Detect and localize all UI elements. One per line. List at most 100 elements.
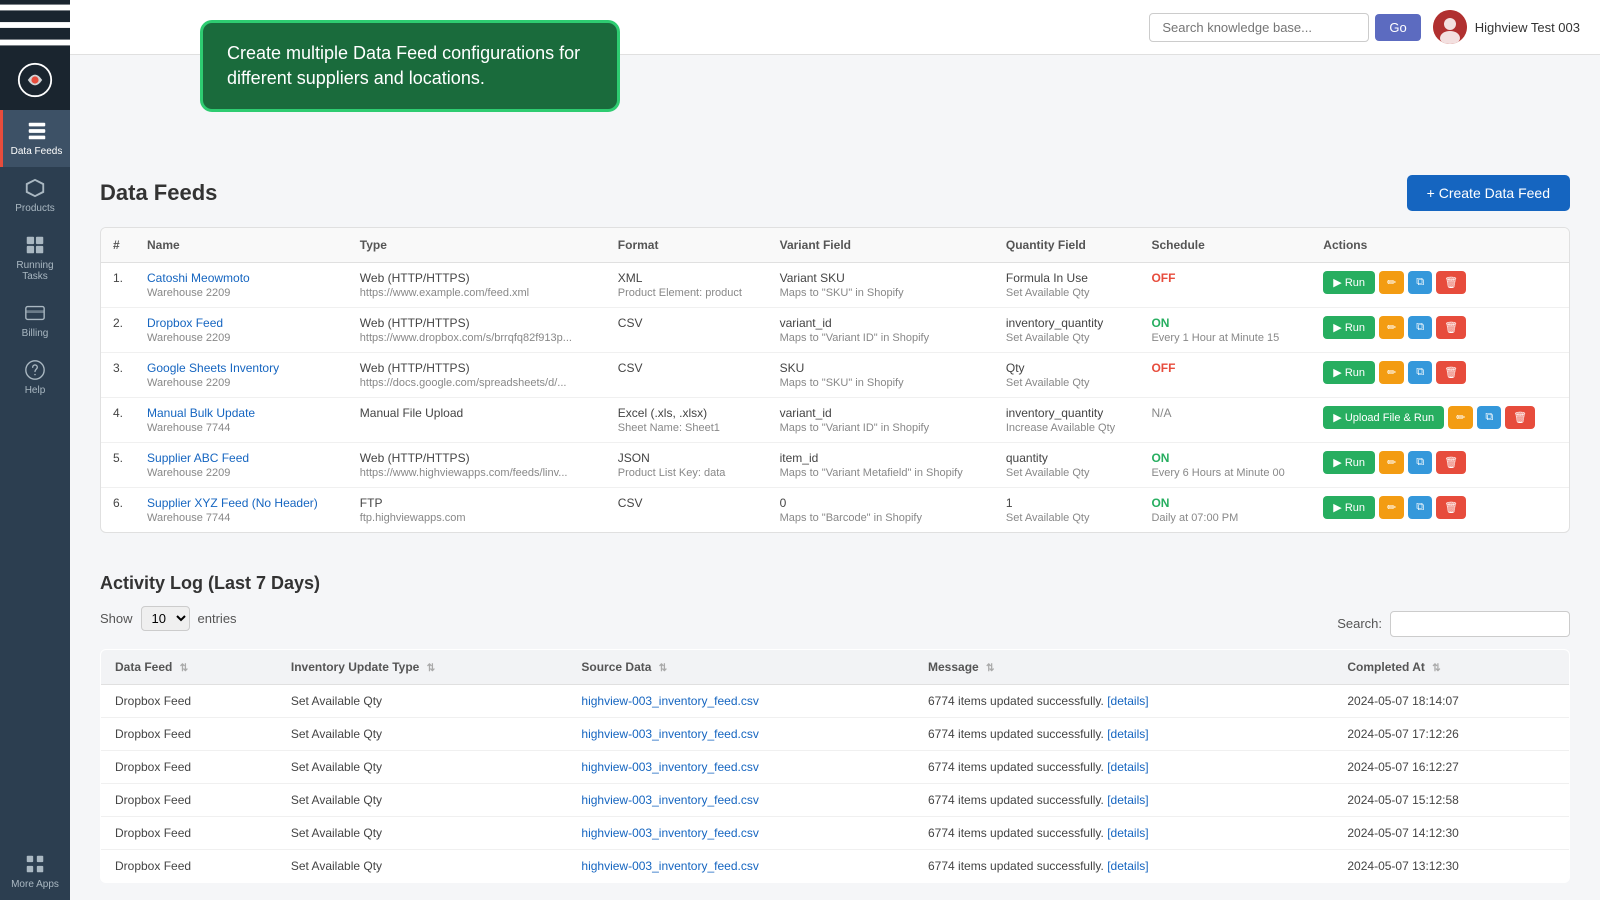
- feed-name-link[interactable]: Google Sheets Inventory: [147, 361, 279, 375]
- details-link[interactable]: [details]: [1107, 793, 1148, 807]
- col-num: #: [101, 228, 135, 263]
- app-logo[interactable]: [0, 50, 70, 110]
- act-message: 6774 items updated successfully. [detail…: [914, 751, 1333, 784]
- source-link[interactable]: highview-003_inventory_feed.csv: [581, 760, 758, 774]
- main-content: Go Highview Test 003 Create multiple Dat…: [70, 0, 1600, 900]
- run-button[interactable]: ▶ Run: [1323, 361, 1375, 384]
- search-label: Search:: [1337, 616, 1382, 631]
- knowledge-base-search: Go: [1149, 13, 1420, 42]
- act-message: 6774 items updated successfully. [detail…: [914, 685, 1333, 718]
- row-num: 2.: [101, 308, 135, 353]
- delete-button[interactable]: 🗑: [1436, 496, 1466, 519]
- table-row: Dropbox Feed Set Available Qty highview-…: [101, 751, 1570, 784]
- schedule-cell: ONEvery 1 Hour at Minute 15: [1139, 308, 1311, 353]
- act-feed: Dropbox Feed: [101, 817, 277, 850]
- activity-search-input[interactable]: [1390, 611, 1570, 637]
- copy-button[interactable]: ⧉: [1408, 496, 1432, 519]
- details-link[interactable]: [details]: [1107, 859, 1148, 873]
- sidebar-item-products[interactable]: Products: [0, 167, 70, 224]
- run-button[interactable]: ▶ Run: [1323, 271, 1375, 294]
- hamburger-button[interactable]: [0, 0, 70, 50]
- user-profile[interactable]: Highview Test 003: [1433, 10, 1580, 44]
- actions-cell: ▶ Run✏⧉🗑: [1311, 488, 1569, 533]
- qty-field-cell: 1 Set Available Qty: [994, 488, 1140, 533]
- copy-button[interactable]: ⧉: [1408, 316, 1432, 339]
- sidebar-item-label: Data Feeds: [11, 146, 63, 157]
- status-badge: OFF: [1151, 271, 1175, 285]
- source-link[interactable]: highview-003_inventory_feed.csv: [581, 793, 758, 807]
- copy-button[interactable]: ⧉: [1408, 451, 1432, 474]
- type-url: https://docs.google.com/spreadsheets/d/.…: [360, 377, 594, 389]
- feed-name-cell: Catoshi Meowmoto Warehouse 2209: [135, 263, 348, 308]
- details-link[interactable]: [details]: [1107, 760, 1148, 774]
- search-go-button[interactable]: Go: [1375, 14, 1420, 41]
- sidebar-item-billing[interactable]: Billing: [0, 292, 70, 349]
- act-col-source: Source Data ⇅: [567, 650, 914, 685]
- feed-name-link[interactable]: Supplier XYZ Feed (No Header): [147, 496, 318, 510]
- sidebar-item-help[interactable]: Help: [0, 349, 70, 406]
- act-completed: 2024-05-07 16:12:27: [1333, 751, 1569, 784]
- qty-sub: Set Available Qty: [1006, 377, 1128, 389]
- act-update-type: Set Available Qty: [277, 817, 568, 850]
- row-num: 6.: [101, 488, 135, 533]
- table-row: 6. Supplier XYZ Feed (No Header) Warehou…: [101, 488, 1569, 533]
- delete-button[interactable]: 🗑: [1436, 316, 1466, 339]
- edit-button[interactable]: ✏: [1379, 316, 1404, 339]
- source-link[interactable]: highview-003_inventory_feed.csv: [581, 826, 758, 840]
- act-col-feed: Data Feed ⇅: [101, 650, 277, 685]
- act-message: 6774 items updated successfully. [detail…: [914, 784, 1333, 817]
- delete-button[interactable]: 🗑: [1436, 451, 1466, 474]
- act-source: highview-003_inventory_feed.csv: [567, 751, 914, 784]
- action-buttons: ▶ Run✏⧉🗑: [1323, 496, 1557, 519]
- entries-select[interactable]: 10 25 50: [141, 606, 190, 631]
- feed-name-link[interactable]: Supplier ABC Feed: [147, 451, 249, 465]
- copy-button[interactable]: ⧉: [1408, 271, 1432, 294]
- delete-button[interactable]: 🗑: [1436, 271, 1466, 294]
- source-link[interactable]: highview-003_inventory_feed.csv: [581, 859, 758, 873]
- schedule-cell: OFF: [1139, 263, 1311, 308]
- edit-button[interactable]: ✏: [1379, 271, 1404, 294]
- delete-button[interactable]: 🗑: [1436, 361, 1466, 384]
- feed-name-link[interactable]: Dropbox Feed: [147, 316, 223, 330]
- upload-run-button[interactable]: ▶ Upload File & Run: [1323, 406, 1444, 429]
- feed-format-cell: Excel (.xls, .xlsx) Sheet Name: Sheet1: [606, 398, 768, 443]
- copy-button[interactable]: ⧉: [1408, 361, 1432, 384]
- status-badge: ON: [1151, 496, 1169, 510]
- act-source: highview-003_inventory_feed.csv: [567, 784, 914, 817]
- variant-field-cell: SKU Maps to "SKU" in Shopify: [768, 353, 994, 398]
- run-button[interactable]: ▶ Run: [1323, 451, 1375, 474]
- act-col-message: Message ⇅: [914, 650, 1333, 685]
- tooltip-bubble: Create multiple Data Feed configurations…: [200, 55, 620, 112]
- sidebar-item-more-apps[interactable]: More Apps: [0, 843, 70, 900]
- feed-type-cell: Manual File Upload: [348, 398, 606, 443]
- run-button[interactable]: ▶ Run: [1323, 316, 1375, 339]
- sidebar-item-data-feeds[interactable]: Data Feeds: [0, 110, 70, 167]
- edit-button[interactable]: ✏: [1379, 361, 1404, 384]
- edit-button[interactable]: ✏: [1379, 496, 1404, 519]
- source-link[interactable]: highview-003_inventory_feed.csv: [581, 694, 758, 708]
- feed-name-cell: Dropbox Feed Warehouse 2209: [135, 308, 348, 353]
- variant-field-cell: variant_id Maps to "Variant ID" in Shopi…: [768, 308, 994, 353]
- details-link[interactable]: [details]: [1107, 826, 1148, 840]
- table-row: 3. Google Sheets Inventory Warehouse 220…: [101, 353, 1569, 398]
- run-button[interactable]: ▶ Run: [1323, 496, 1375, 519]
- search-input[interactable]: [1149, 13, 1369, 42]
- source-link[interactable]: highview-003_inventory_feed.csv: [581, 727, 758, 741]
- feed-name-link[interactable]: Manual Bulk Update: [147, 406, 255, 420]
- edit-button[interactable]: ✏: [1379, 451, 1404, 474]
- activity-search: Search:: [1337, 611, 1570, 637]
- act-completed: 2024-05-07 18:14:07: [1333, 685, 1569, 718]
- qty-field-cell: Qty Set Available Qty: [994, 353, 1140, 398]
- details-link[interactable]: [details]: [1107, 694, 1148, 708]
- details-link[interactable]: [details]: [1107, 727, 1148, 741]
- edit-button[interactable]: ✏: [1448, 406, 1473, 429]
- act-col-update-type: Inventory Update Type ⇅: [277, 650, 568, 685]
- delete-button[interactable]: 🗑: [1505, 406, 1535, 429]
- data-feeds-table: # Name Type Format Variant Field Quantit…: [101, 228, 1569, 532]
- create-data-feed-button[interactable]: + Create Data Feed: [1407, 175, 1570, 211]
- copy-button[interactable]: ⧉: [1477, 406, 1501, 429]
- format-sub: Product Element: product: [618, 287, 756, 299]
- sidebar-item-running-tasks[interactable]: Running Tasks: [0, 224, 70, 292]
- col-format: Format: [606, 228, 768, 263]
- feed-name-link[interactable]: Catoshi Meowmoto: [147, 271, 250, 285]
